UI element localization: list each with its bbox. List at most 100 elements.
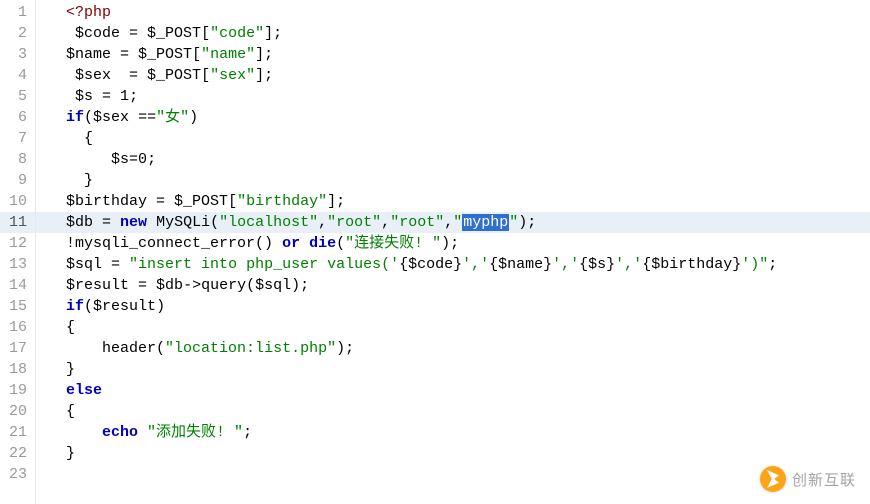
token: = [102,256,129,273]
line-number: 10 [0,191,35,212]
code-line[interactable]: !mysqli_connect_error() or die("连接失败! ")… [48,233,870,254]
line-number-gutter: 1234567891011121314151617181920212223 [0,0,36,504]
token [48,4,66,21]
code-line[interactable]: $sql = "insert into php_user values('{$c… [48,254,870,275]
line-number: 12 [0,233,35,254]
code-line[interactable]: if($sex =="女") [48,107,870,128]
token: <?php [66,4,111,21]
code-line[interactable]: $s=0; [48,149,870,170]
token: ',' [462,256,489,273]
token: ]; [264,25,282,42]
token [48,424,102,441]
line-number: 11 [0,212,35,233]
token [48,382,66,399]
token: or [282,235,300,252]
token: $_POST [138,46,192,63]
line-number: 14 [0,275,35,296]
token: {$birthday} [642,256,741,273]
token: "birthday" [237,193,327,210]
token: ) [189,109,198,126]
token: ( [156,340,165,357]
token: "root" [327,214,381,231]
line-number: 5 [0,86,35,107]
line-number: 2 [0,23,35,44]
token: if [66,109,84,126]
line-number: 20 [0,401,35,422]
code-line[interactable]: $db = new MySQLi("localhost","root","roo… [36,212,870,233]
token: ')" [741,256,768,273]
token [48,340,102,357]
code-line[interactable]: $code = $_POST["code"]; [48,23,870,44]
token: header [102,340,156,357]
token: ]; [327,193,345,210]
code-line[interactable]: } [48,170,870,191]
code-line[interactable]: <?php [48,2,870,23]
token: $result [66,277,129,294]
token [138,424,147,441]
token: } [48,361,75,378]
token: , [381,214,390,231]
code-area[interactable]: <?php $code = $_POST["code"]; $name = $_… [36,0,870,504]
line-number: 18 [0,359,35,380]
token: $_POST [147,67,201,84]
code-line[interactable]: } [48,359,870,380]
token: $_POST [147,25,201,42]
token: $db [66,214,93,231]
token: ); [441,235,459,252]
line-number: 3 [0,44,35,65]
token: } [48,172,93,189]
token: $sql [255,277,291,294]
watermark-logo-icon [760,466,786,492]
code-line[interactable]: if($result) [48,296,870,317]
token: else [66,382,102,399]
token [48,277,66,294]
token: $sex [75,67,111,84]
code-editor[interactable]: 1234567891011121314151617181920212223 <?… [0,0,870,504]
line-number: 6 [0,107,35,128]
token: = [93,214,120,231]
code-line[interactable]: $result = $db->query($sql); [48,275,870,296]
code-line[interactable]: { [48,128,870,149]
code-line[interactable]: echo "添加失败! "; [48,422,870,443]
token: } [48,445,75,462]
code-line[interactable]: { [48,317,870,338]
line-number: 19 [0,380,35,401]
token: = [129,151,138,168]
token: [ [192,46,201,63]
token [48,193,66,210]
token: "连接失败! " [345,235,441,252]
token [48,298,66,315]
token [48,256,66,273]
token: [ [228,193,237,210]
token: ( [210,214,219,231]
watermark: 创新互联 [760,466,856,492]
code-line[interactable]: } [48,443,870,464]
token: , [318,214,327,231]
token: () [255,235,282,252]
token: ( [246,277,255,294]
token: , [444,214,453,231]
token: "location:list.php" [165,340,336,357]
token: ); [336,340,354,357]
code-line[interactable]: else [48,380,870,401]
code-line[interactable]: $name = $_POST["name"]; [48,44,870,65]
token: ]; [255,46,273,63]
line-number: 8 [0,149,35,170]
watermark-text: 创新互联 [792,469,856,490]
token: ; [243,424,252,441]
token: { [48,403,75,420]
code-line[interactable]: $sex = $_POST["sex"]; [48,65,870,86]
line-number: 16 [0,317,35,338]
code-line[interactable]: $birthday = $_POST["birthday"]; [48,191,870,212]
token: $db [156,277,183,294]
token: $sql [66,256,102,273]
code-line[interactable]: header("location:list.php"); [48,338,870,359]
code-line[interactable] [48,464,870,485]
code-line[interactable]: { [48,401,870,422]
token: "添加失败! " [147,424,243,441]
token: $s [111,151,129,168]
line-number: 15 [0,296,35,317]
code-line[interactable]: $s = 1; [48,86,870,107]
token [48,46,66,63]
line-number: 21 [0,422,35,443]
